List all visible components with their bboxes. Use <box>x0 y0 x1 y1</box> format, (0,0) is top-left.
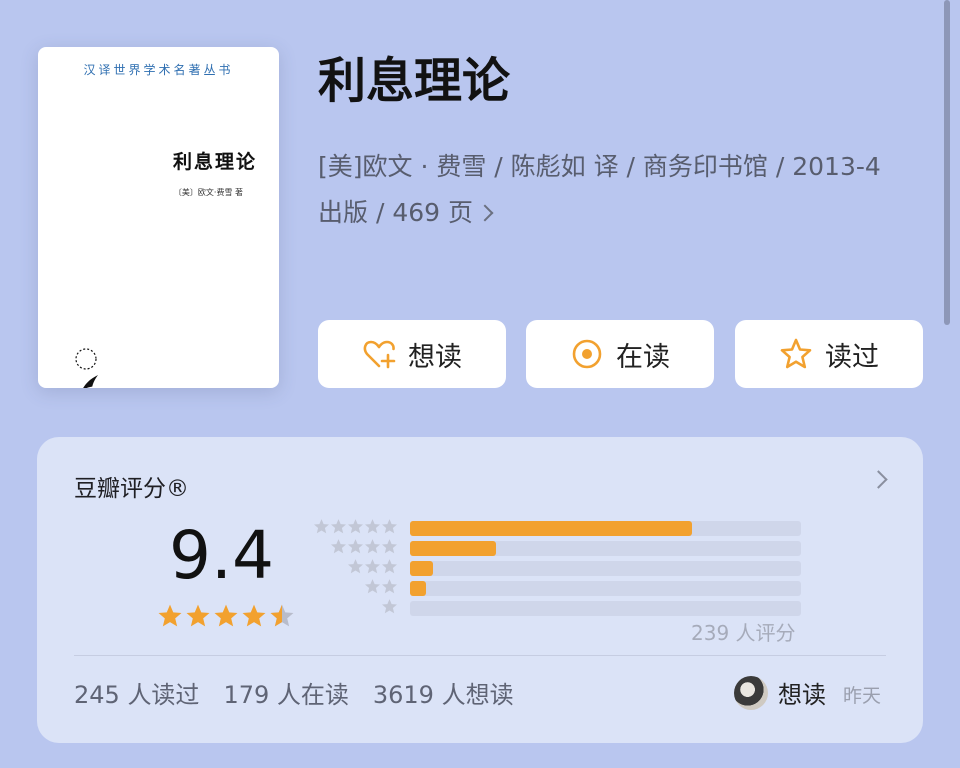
reader-stats: 245 人读过 179 人在读 3619 人想读 <box>74 675 514 710</box>
book-meta-line2: 出版 / 469 页 <box>318 198 473 227</box>
star-small-icon <box>330 539 347 554</box>
star-small-icon <box>313 519 330 534</box>
star-half-icon <box>270 604 294 627</box>
cover-author-text: 〔美〕欧文·费雪 著 <box>173 188 243 197</box>
want-to-read-label: 想读 <box>408 341 462 373</box>
star-filled-icon <box>186 604 210 627</box>
have-read-label: 读过 <box>825 341 879 373</box>
distribution-stars <box>313 518 398 538</box>
divider <box>74 655 886 656</box>
star-small-icon <box>330 519 347 534</box>
distribution-stars <box>347 558 398 578</box>
stat-read[interactable]: 245 人读过 <box>74 675 199 710</box>
star-small-icon <box>347 559 364 574</box>
distribution-row-3 <box>313 558 803 578</box>
avatar[interactable] <box>734 676 768 710</box>
book-meta-line2-wrap: 出版 / 469 页 <box>318 190 918 236</box>
distribution-bar-track <box>410 521 801 536</box>
star-small-icon <box>364 519 381 534</box>
star-small-icon <box>347 539 364 554</box>
heart-plus-icon <box>363 340 396 369</box>
star-small-icon <box>381 539 398 554</box>
publisher-logo-icon <box>75 348 98 388</box>
activity-action: 想读 <box>778 681 826 709</box>
rating-card[interactable]: 豆瓣评分® 9.4 239 人评分 245 人读过 179 人在读 3619 人… <box>37 437 923 743</box>
rating-title: 豆瓣评分® <box>74 476 189 502</box>
distribution-bar-fill <box>410 541 497 556</box>
book-meta-line1: [美]欧文 · 费雪 / 陈彪如 译 / 商务印书馆 / 2013-4 <box>318 152 881 181</box>
stat-want[interactable]: 3619 人想读 <box>373 675 514 710</box>
chevron-right-icon <box>476 204 494 222</box>
scrollbar[interactable] <box>944 0 950 325</box>
rating-stars <box>157 603 295 629</box>
star-small-icon <box>381 599 398 614</box>
distribution-row-1 <box>313 598 803 618</box>
star-filled-icon <box>214 604 238 627</box>
distribution-row-4 <box>313 538 803 558</box>
book-title: 利息理论 <box>318 53 511 109</box>
distribution-bar-fill <box>410 561 434 576</box>
star-filled-icon <box>242 604 266 627</box>
distribution-stars <box>330 538 398 558</box>
distribution-bar-track <box>410 581 801 596</box>
stat-reading[interactable]: 179 人在读 <box>223 675 348 710</box>
distribution-bar-track <box>410 601 801 616</box>
activity-time: 昨天 <box>843 685 882 707</box>
star-small-icon <box>381 559 398 574</box>
star-filled-icon <box>158 604 182 627</box>
want-to-read-button[interactable]: 想读 <box>318 320 506 388</box>
distribution-bar-fill <box>410 581 426 596</box>
reading-label: 在读 <box>616 341 670 373</box>
distribution-bar-track <box>410 541 801 556</box>
distribution-row-5 <box>313 518 803 538</box>
distribution-bar-fill <box>410 521 692 536</box>
distribution-stars <box>381 598 398 618</box>
cover-title-text: 利息理论 <box>172 151 257 173</box>
distribution-row-2 <box>313 578 803 598</box>
target-circle-icon <box>572 339 602 369</box>
star-small-icon <box>381 519 398 534</box>
star-small-icon <box>364 579 381 594</box>
cover-series-text: 汉译世界学术名著丛书 <box>83 63 234 77</box>
star-outline-icon <box>780 338 812 369</box>
star-small-icon <box>364 539 381 554</box>
star-small-icon <box>364 559 381 574</box>
book-meta[interactable]: [美]欧文 · 费雪 / 陈彪如 译 / 商务印书馆 / 2013-4 出版 /… <box>318 144 918 236</box>
book-cover: 汉译世界学术名著丛书 利息理论 〔美〕欧文·费雪 著 <box>38 47 279 388</box>
star-small-icon <box>381 579 398 594</box>
have-read-button[interactable]: 读过 <box>735 320 923 388</box>
distribution-bar-track <box>410 561 801 576</box>
reading-button[interactable]: 在读 <box>526 320 714 388</box>
star-small-icon <box>347 519 364 534</box>
distribution-stars <box>364 578 398 598</box>
rating-count: 239 人评分 <box>691 621 796 645</box>
chevron-right-icon[interactable] <box>869 470 888 489</box>
rating-score: 9.4 <box>169 517 274 594</box>
